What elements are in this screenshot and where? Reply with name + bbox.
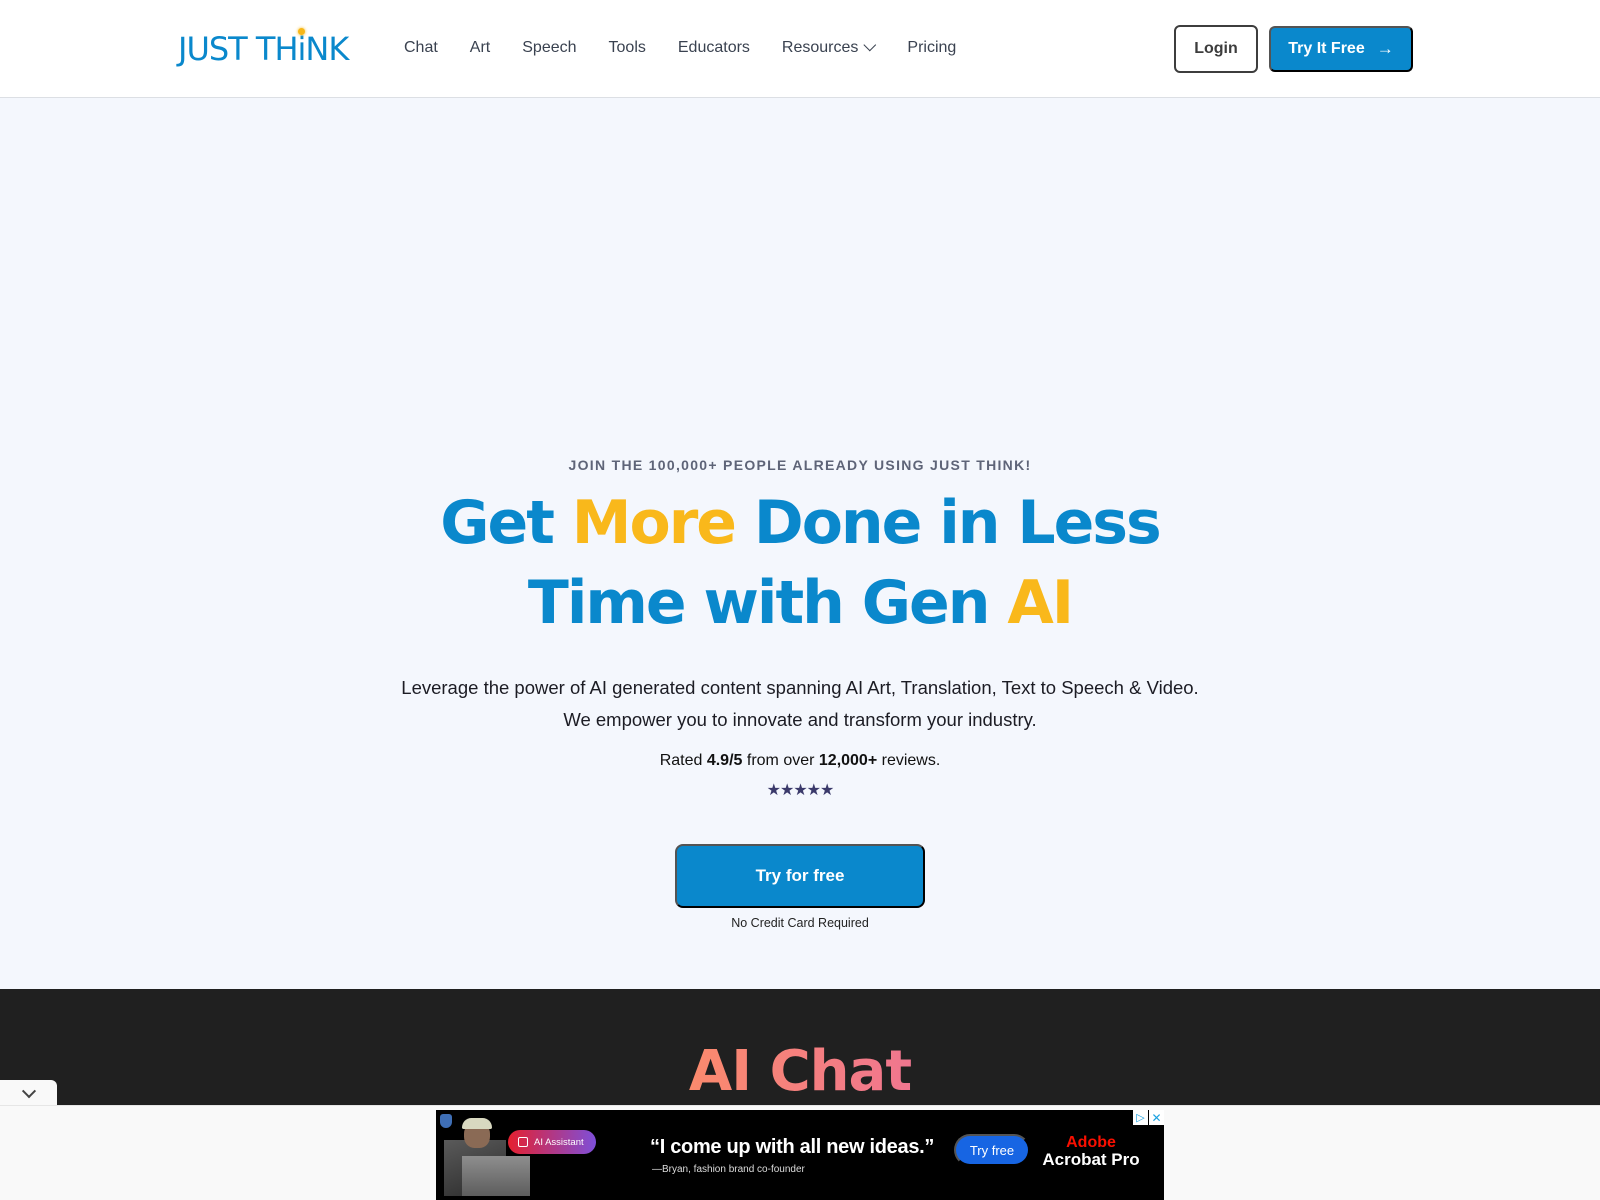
chevron-down-icon <box>21 1083 36 1098</box>
nav-speech[interactable]: Speech <box>522 36 576 60</box>
review-count: 12,000+ <box>818 752 878 769</box>
nav-resources-label: Resources <box>781 39 859 56</box>
logo-text-i: i <box>297 30 307 68</box>
just-think-logo[interactable]: JUST THi NK <box>178 28 349 68</box>
try-for-free-button[interactable]: Try for free <box>675 844 925 908</box>
hero-eyebrow: JOIN THE 100,000+ PEOPLE ALREADY USING J… <box>568 457 1032 473</box>
ad-person-cap <box>462 1118 492 1129</box>
ad-laptop <box>462 1156 530 1196</box>
ad-attribution: —Bryan, fashion brand co-founder <box>652 1164 805 1175</box>
rating-suffix: reviews. <box>877 752 941 769</box>
star-rating-icon: ★★★★★ <box>766 782 835 799</box>
login-button[interactable]: Login <box>1174 25 1258 73</box>
close-icon[interactable]: ✕ <box>1149 1110 1164 1125</box>
ad-quote: “I come up with all new ideas.” <box>650 1136 935 1158</box>
rating-middle: from over <box>742 752 819 769</box>
no-credit-card-note: No Credit Card Required <box>731 916 869 930</box>
advertisement-banner[interactable]: AI Assistant “I come up with all new ide… <box>436 1110 1164 1200</box>
nav-tools-label: Tools <box>608 39 646 56</box>
logo-i: i <box>297 28 307 68</box>
rating-score: 4.9/5 <box>706 752 743 769</box>
headline-word-time: Time with Gen <box>527 568 1008 638</box>
site-header: JUST THi NK Chat Art Speech Tools Educato… <box>0 0 1600 98</box>
headline-word-get: Get <box>440 488 572 558</box>
headline-word-done: Done in Less <box>735 488 1162 558</box>
rating-text: Rated 4.9/5 from over 12,000+ reviews. <box>0 752 1600 770</box>
nav-art[interactable]: Art <box>470 36 490 60</box>
main-nav: Chat Art Speech Tools Educators Resource… <box>404 36 988 60</box>
shield-icon <box>440 1114 452 1128</box>
nav-chat[interactable]: Chat <box>404 36 438 60</box>
hero-description: Leverage the power of AI generated conte… <box>401 677 1199 730</box>
ai-chat-title-text: AI Chat <box>688 1039 912 1104</box>
nav-educators[interactable]: Educators <box>678 36 750 60</box>
ai-assistant-badge-label: AI Assistant <box>534 1136 584 1148</box>
chevron-down-icon <box>863 38 877 51</box>
ad-brand-line2: Acrobat Pro <box>1042 1150 1140 1169</box>
ad-brand-line1: Adobe <box>1066 1134 1116 1151</box>
ad-try-free-button[interactable]: Try free <box>954 1134 1030 1166</box>
chat-bubble-icon <box>518 1137 528 1147</box>
adobe-acrobat-logo: Adobe Acrobat Pro <box>1036 1134 1146 1168</box>
try-it-free-label: Try It Free <box>1288 40 1365 57</box>
arrow-right-icon: → <box>1376 39 1394 58</box>
logo-text-part1: JUST TH <box>178 30 298 68</box>
hero-headline: Get More Done in Less Time with Gen AI <box>0 483 1600 643</box>
nav-chat-label: Chat <box>404 39 438 56</box>
nav-tools[interactable]: Tools <box>609 36 646 60</box>
headline-accent-more: More <box>571 488 737 558</box>
hero-section: JOIN THE 100,000+ PEOPLE ALREADY USING J… <box>0 98 1600 989</box>
logo-text-part2: NK <box>305 30 349 68</box>
nav-pricing-label: Pricing <box>907 39 957 56</box>
ai-chat-title: AI Chat <box>0 1036 1600 1108</box>
nav-art-label: Art <box>469 39 491 56</box>
nav-pricing[interactable]: Pricing <box>907 36 956 60</box>
headline-accent-ai: AI <box>1007 568 1074 638</box>
ad-collapse-toggle[interactable] <box>0 1080 57 1107</box>
nav-educators-label: Educators <box>677 39 750 56</box>
ad-choices-icon[interactable]: ▷ <box>1133 1110 1148 1125</box>
nav-speech-label: Speech <box>522 39 577 56</box>
rating-prefix: Rated <box>659 752 707 769</box>
ai-assistant-badge: AI Assistant <box>508 1130 596 1154</box>
nav-resources-dropdown[interactable]: Resources <box>781 36 877 60</box>
try-it-free-button[interactable]: Try It Free → <box>1269 26 1413 72</box>
